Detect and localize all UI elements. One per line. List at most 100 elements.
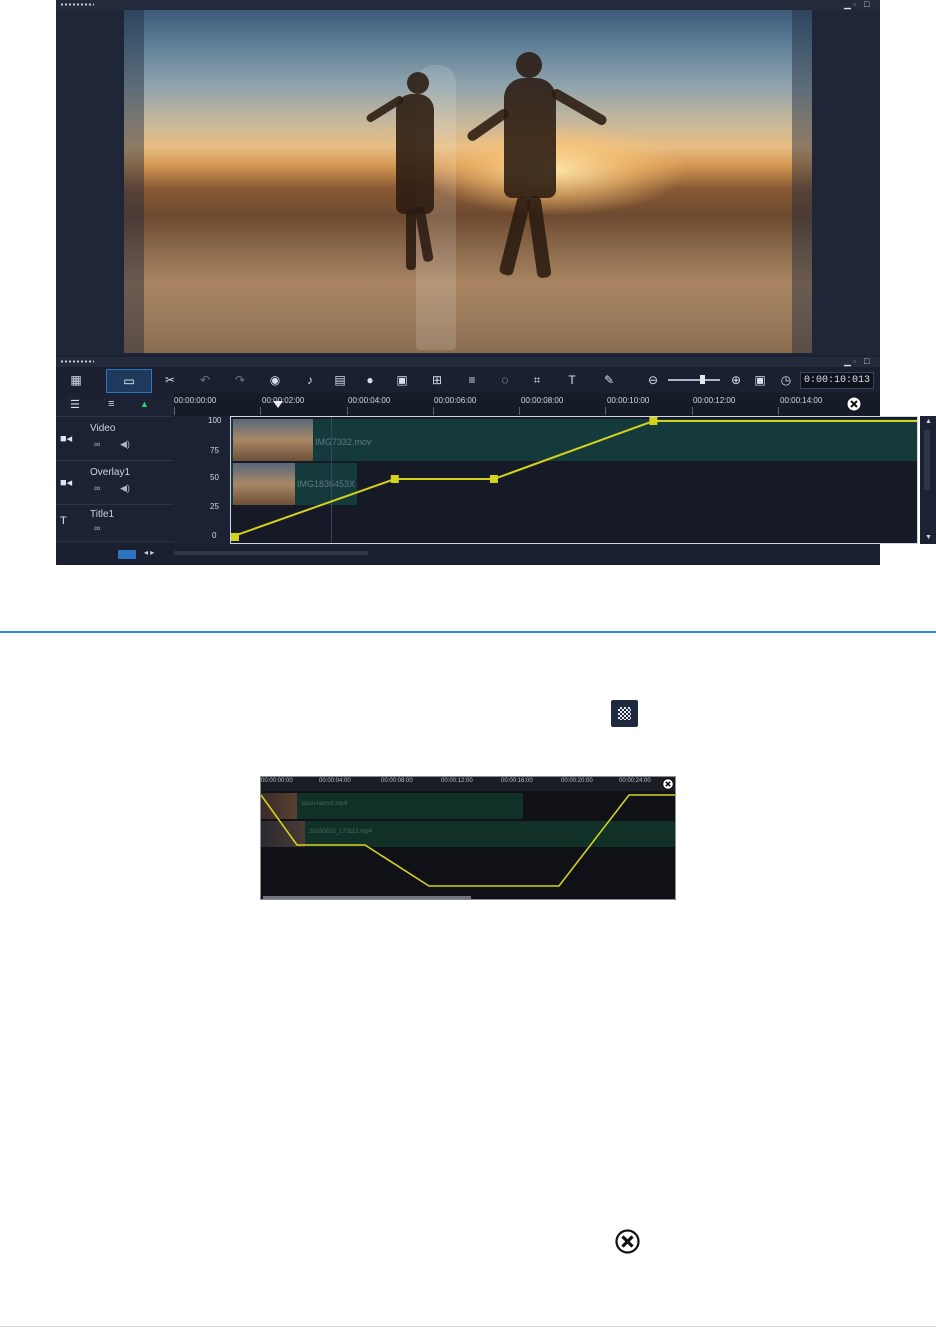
y-axis-label: 100	[208, 416, 222, 425]
auto-music-icon[interactable]: ▤	[328, 370, 352, 390]
keyframe-node[interactable]	[390, 475, 399, 483]
clock-icon: ◷	[780, 373, 792, 387]
playhead[interactable]	[273, 401, 283, 408]
mute-speaker-icon[interactable]: ◀)	[120, 439, 130, 450]
track-header-overlay1[interactable]: ■◂ Overlay1 ∞ ◀)	[56, 461, 174, 505]
ruler-tick	[778, 407, 779, 415]
overlay-edge-right	[792, 10, 812, 353]
ruler-label: 00:00:04:00	[348, 396, 391, 405]
ruler-tick	[433, 407, 434, 415]
ruler-label: 00:00:14:00	[780, 396, 823, 405]
maximize-button[interactable]: □	[864, 357, 869, 366]
zoom-slider-thumb[interactable]	[700, 375, 705, 384]
storyboard-view-icon[interactable]: ▦	[64, 370, 88, 390]
ruler-label: 00:00:02:00	[262, 396, 305, 405]
link-icon[interactable]: ∞	[94, 523, 100, 533]
track-manager-icon[interactable]: ☰	[70, 398, 80, 411]
track-name: Video	[90, 423, 116, 434]
ruler-label: 00:00:12:00	[693, 396, 736, 405]
section-divider	[0, 631, 936, 633]
woman-head	[407, 72, 429, 94]
zoom-slider[interactable]	[668, 379, 720, 381]
checkerboard-mask-icon	[611, 700, 638, 727]
subtitle-editor-icon[interactable]: ▣	[390, 370, 414, 390]
panel-grip[interactable]	[60, 3, 94, 6]
opacity-keyframe-graph[interactable]	[231, 417, 917, 543]
redo-icon[interactable]: ↷	[228, 370, 252, 390]
tools-icon[interactable]: ✂	[158, 370, 182, 390]
motion-path-icon[interactable]: ◌	[493, 370, 517, 390]
horizontal-scroll-thumb[interactable]	[174, 551, 368, 555]
mask-creator-icon[interactable]: ✎	[597, 370, 621, 390]
checkerboard-pattern	[618, 707, 631, 720]
opacity-curve	[231, 420, 917, 538]
restore-button[interactable]: ▫	[853, 0, 856, 9]
minimize-button[interactable]: ▁	[844, 0, 851, 9]
link-icon[interactable]: ∞	[94, 483, 100, 493]
restore-button[interactable]: ▫	[853, 357, 856, 366]
zoom-out-icon[interactable]: ⊖	[641, 370, 665, 390]
split-screen-icon[interactable]: ⌗	[525, 370, 549, 390]
opacity-axis: 100 75 50 25 0	[174, 416, 230, 544]
y-axis-label: 75	[210, 446, 219, 455]
track-name: Overlay1	[90, 467, 131, 478]
timeline-toolbar: ▦ ▭ ✂ ↶ ↷ ◉ ♪ ▤ ● ▣ ⊞ ≡ ◌ ⌗ T ✎ ⊖ ⊕ ▣ ◷ …	[56, 367, 880, 393]
timeline-view-icon[interactable]: ▭	[106, 369, 152, 393]
keyframe-node[interactable]	[231, 533, 239, 541]
track-header-video[interactable]: ■◂ Video ∞ ◀)	[56, 417, 174, 461]
motion-tracking-icon[interactable]: ●	[358, 370, 382, 390]
y-axis-label: 0	[212, 531, 217, 540]
multi-camera-icon[interactable]: ⊞	[425, 370, 449, 390]
add-remove-chapter-icon[interactable]: ≡	[108, 398, 114, 410]
minimize-button[interactable]: ▁	[844, 357, 851, 366]
3d-title-icon[interactable]: T	[560, 370, 584, 390]
video-preview	[124, 10, 812, 353]
app-window: ▁ ▫ □ ▁ ▫ □ ▦ ▭ ✂ ↶ ↷ ◉ ♪ ▤ ● ▣ ⊞ ≡ ◌ ⌗ …	[56, 0, 936, 565]
track-manager-row: ☰ ≡ ▲	[56, 393, 174, 417]
undo-icon[interactable]: ↶	[193, 370, 217, 390]
ruler-label: 00:00:06:00	[434, 396, 477, 405]
sound-mixer-icon[interactable]: ♪	[298, 370, 322, 390]
y-axis-label: 50	[210, 473, 219, 482]
track-header-title1[interactable]: T Title1 ∞	[56, 505, 174, 542]
keyframe-track-area[interactable]: IMG7332.mov IMG1836453X	[230, 416, 918, 544]
mute-speaker-icon[interactable]: ◀)	[120, 483, 130, 494]
horizontal-scroll-thumb	[263, 896, 471, 899]
scroll-thumb[interactable]	[924, 430, 930, 490]
title-track-icon: T	[60, 515, 67, 527]
video-camera-icon: ■◂	[60, 433, 73, 445]
project-duration-timecode[interactable]: 0:00:10:013	[800, 372, 874, 389]
close-keyframe-editor-icon[interactable]	[846, 396, 862, 412]
scroll-left-icon[interactable]: ◂ ▸	[144, 548, 154, 557]
man-body	[504, 78, 556, 198]
ruler-tick	[692, 407, 693, 415]
maximize-button[interactable]: □	[864, 0, 869, 9]
zoom-in-icon[interactable]: ⊕	[724, 370, 748, 390]
link-icon[interactable]: ∞	[94, 439, 100, 449]
ruler-label: 00:00:08:00	[521, 396, 564, 405]
keyframe-node[interactable]	[489, 475, 498, 483]
ripple-editing-icon[interactable]: ▲	[140, 399, 149, 409]
player-title-bar: ▁ ▫ □	[56, 0, 880, 10]
record-capture-icon[interactable]: ◉	[263, 370, 287, 390]
woman-leg-left	[406, 210, 416, 270]
track-name: Title1	[90, 509, 115, 520]
close-circle-icon	[614, 1228, 641, 1255]
fit-project-icon[interactable]: ▣	[748, 370, 772, 390]
example-timeline-screenshot: 00:00:00:00 00:00:04:00 00:00:08:00 00:0…	[260, 776, 676, 900]
keyframe-node[interactable]	[649, 417, 658, 425]
man-arm-right	[549, 87, 609, 127]
add-track-icon[interactable]	[118, 550, 136, 559]
man-head	[516, 52, 542, 78]
vertical-scrollbar[interactable]: ▲ ▼	[920, 416, 936, 544]
y-axis-label: 25	[210, 502, 219, 511]
overlay-track-icon: ■◂	[60, 477, 73, 489]
panel-grip[interactable]	[60, 360, 94, 363]
time-remapping-icon[interactable]: ≡	[460, 370, 484, 390]
scroll-down-icon[interactable]: ▼	[925, 534, 932, 541]
woman-body	[396, 94, 434, 214]
timeline-bottom-bar: ◂ ▸	[56, 544, 880, 565]
scroll-up-icon[interactable]: ▲	[925, 418, 932, 425]
timeline-title-bar: ▁ ▫ □	[56, 357, 880, 367]
overlay-edge-left	[124, 10, 144, 353]
